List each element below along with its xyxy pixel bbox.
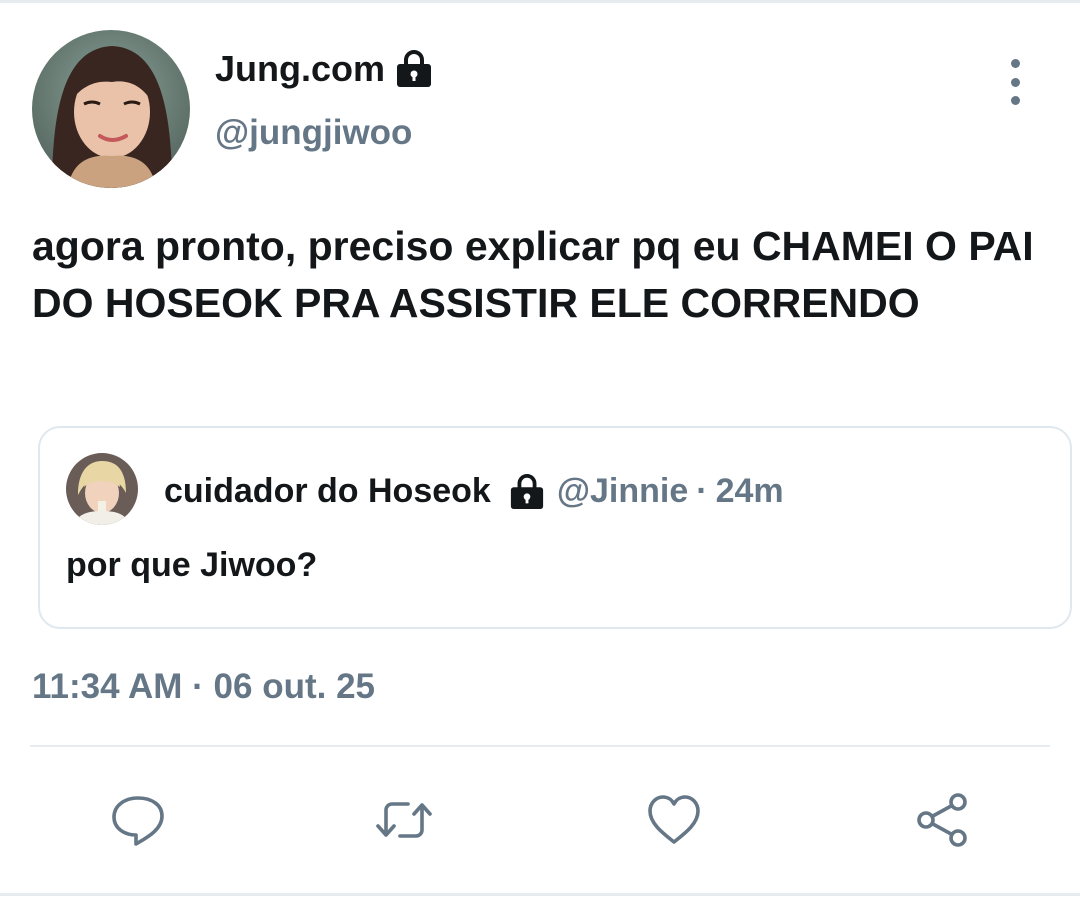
quoted-separator: · (696, 472, 708, 510)
more-icon-dot (1010, 59, 1020, 68)
quoted-tweet[interactable]: cuidador do Hoseok @Jinnie · 24m por que… (38, 426, 1072, 629)
avatar[interactable] (32, 30, 190, 188)
quoted-text: por que Jiwoo? (66, 546, 318, 584)
more-icon-dot (1010, 96, 1020, 105)
quoted-time: 24m (715, 472, 784, 510)
divider (0, 893, 1080, 896)
profile-photo-icon (32, 30, 190, 188)
user-handle[interactable]: @jungjiwoo (215, 113, 412, 153)
quoted-profile-photo-icon (66, 453, 138, 525)
retweet-button[interactable] (372, 788, 436, 852)
retweet-icon (376, 802, 432, 838)
more-options-button[interactable] (995, 59, 1035, 105)
lock-icon (510, 473, 543, 509)
quoted-handle[interactable]: @Jinnie (557, 472, 688, 511)
share-button[interactable] (910, 788, 974, 852)
like-icon (648, 795, 700, 844)
like-button[interactable] (642, 788, 706, 852)
divider (30, 745, 1050, 747)
quoted-header: cuidador do Hoseok @Jinnie · 24m (164, 472, 784, 511)
display-name-text: Jung.com (215, 48, 386, 89)
tweet-timestamp[interactable]: 11:34 AM · 06 out. 25 (32, 667, 375, 707)
quoted-avatar[interactable] (66, 453, 138, 525)
lock-icon (397, 50, 432, 87)
quoted-display-name[interactable]: cuidador do Hoseok (164, 472, 491, 511)
tweet-text: agora pronto, preciso explicar pq eu CHA… (32, 223, 1034, 326)
share-icon (917, 793, 967, 847)
display-name[interactable]: Jung.com (215, 48, 433, 90)
more-icon-dot (1010, 77, 1020, 87)
tweet-card: Jung.com @jungjiwoo agora pronto, precis… (0, 0, 1080, 905)
reply-button[interactable] (106, 788, 170, 852)
reply-icon (112, 796, 164, 846)
